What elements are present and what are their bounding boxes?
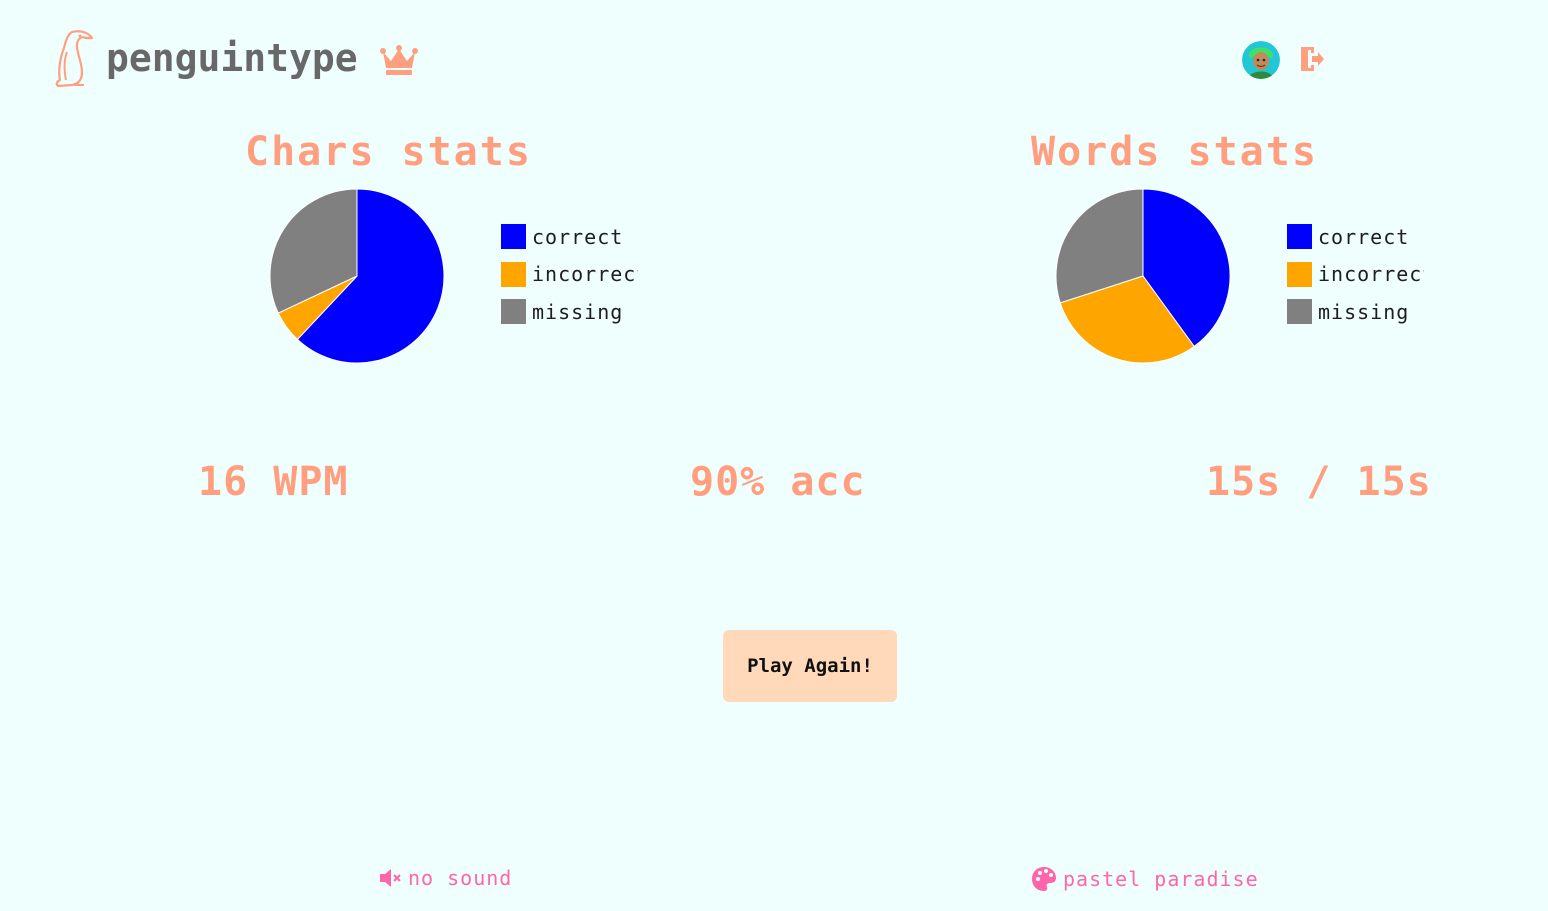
chars-pie <box>269 188 445 364</box>
legend-label-incorrect: incorrect <box>532 262 638 286</box>
avatar[interactable] <box>1242 41 1280 79</box>
chars-legend: correct incorrect missing <box>501 224 638 337</box>
chars-stats-title: Chars stats <box>245 129 532 175</box>
theme-selector[interactable]: pastel paradise <box>1031 866 1259 892</box>
words-pie <box>1055 188 1231 364</box>
crown-icon[interactable] <box>379 44 418 76</box>
wpm-result: 16 WPM <box>198 459 349 505</box>
legend-label-correct: correct <box>532 224 624 249</box>
time-result: 15s / 15s <box>1206 459 1432 505</box>
legend-item-correct: correct <box>1287 224 1424 249</box>
legend-swatch-incorrect <box>1287 261 1312 287</box>
legend-swatch-missing <box>1287 299 1312 324</box>
words-legend: correct incorrect missing <box>1287 224 1424 337</box>
legend-item-incorrect: incorrect <box>1287 261 1424 287</box>
accuracy-result: 90% acc <box>690 459 866 505</box>
play-again-button[interactable]: Play Again! <box>723 630 897 702</box>
legend-item-missing: missing <box>1287 299 1424 324</box>
app-name: penguintype <box>106 36 358 80</box>
legend-swatch-correct <box>501 224 526 249</box>
chars-stats-chart: Chars stats correct incorrect missing <box>240 128 840 388</box>
legend-item-missing: missing <box>501 299 638 324</box>
sound-label: no sound <box>408 866 513 890</box>
legend-label-incorrect: incorrect <box>1318 262 1424 286</box>
legend-swatch-incorrect <box>501 261 526 287</box>
legend-item-correct: correct <box>501 224 638 249</box>
words-stats-chart: Words stats correct incorrect missing <box>1026 128 1548 388</box>
legend-label-missing: missing <box>1318 299 1410 324</box>
legend-swatch-correct <box>1287 224 1312 249</box>
palette-icon <box>1032 867 1056 891</box>
legend-label-correct: correct <box>1318 224 1410 249</box>
logout-icon[interactable] <box>1298 45 1326 73</box>
legend-item-incorrect: incorrect <box>501 261 638 287</box>
sound-toggle[interactable]: no sound <box>378 866 512 890</box>
theme-label: pastel paradise <box>1063 867 1259 891</box>
penguin-logo-icon <box>55 30 94 88</box>
legend-swatch-missing <box>501 299 526 324</box>
words-stats-title: Words stats <box>1031 129 1318 175</box>
speaker-muted-icon <box>380 869 401 887</box>
app-logo[interactable]: penguintype <box>50 28 418 88</box>
legend-label-missing: missing <box>532 299 624 324</box>
